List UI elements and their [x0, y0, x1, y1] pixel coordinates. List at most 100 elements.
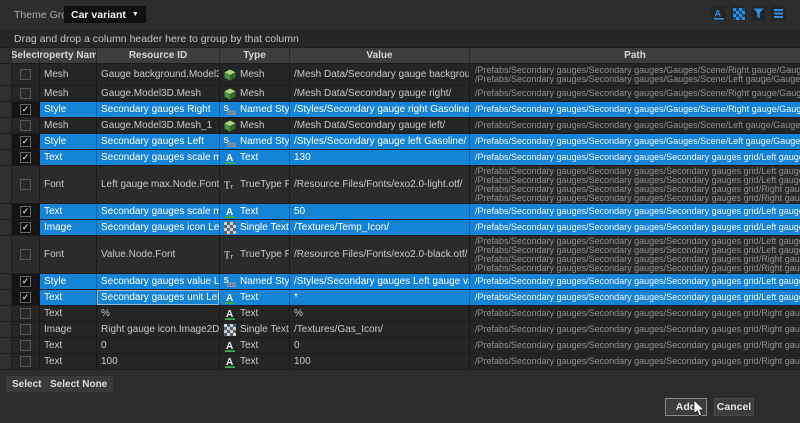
- column-header-select[interactable]: Select: [12, 48, 40, 63]
- type-cell: Single Texture: [220, 322, 290, 337]
- add-button[interactable]: Add: [665, 398, 707, 416]
- single-texture-icon: [223, 222, 236, 234]
- table-row[interactable]: ✓TextSecondary gauges scale max LeftATex…: [0, 150, 800, 166]
- table-row[interactable]: ✓TextSecondary gauges scale min LeftATex…: [0, 204, 800, 220]
- row-checkbox[interactable]: ✓: [20, 136, 31, 147]
- table-row[interactable]: ✓StyleSecondary gauges RightSNamed Style…: [0, 102, 800, 118]
- path-cell: /Prefabs/Secondary gauges/Secondary gaug…: [470, 166, 800, 203]
- row-checkbox[interactable]: [20, 120, 31, 131]
- path-line: /Prefabs/Secondary gauges/Secondary gaug…: [475, 309, 800, 318]
- font-tool-icon[interactable]: A: [711, 6, 726, 21]
- type-label: Named Style: [240, 276, 290, 287]
- type-label: Text: [240, 152, 258, 163]
- row-checkbox[interactable]: [20, 249, 31, 260]
- path-cell: /Prefabs/Secondary gauges/Secondary gaug…: [470, 86, 800, 101]
- table-row[interactable]: Text100AText100/Prefabs/Secondary gauges…: [0, 354, 800, 370]
- resource-id-cell: Secondary gauges value Left: [97, 274, 220, 289]
- property-name-cell: Mesh: [40, 118, 97, 133]
- table-row[interactable]: ✓StyleSecondary gauges LeftSNamed Style/…: [0, 134, 800, 150]
- path-line: /Prefabs/Secondary gauges/Secondary gaug…: [475, 277, 800, 286]
- texture-tool-icon[interactable]: [731, 6, 746, 21]
- table-row[interactable]: ✓TextSecondary gauges unit LeftAText*/Pr…: [0, 290, 800, 306]
- row-checkbox[interactable]: ✓: [20, 206, 31, 217]
- value-cell: /Styles/Secondary gauges Left gauge valu…: [290, 274, 470, 289]
- type-label: Text: [240, 308, 258, 319]
- theme-group-dropdown-value: Car variant: [71, 9, 126, 21]
- value-cell: 0: [290, 338, 470, 353]
- mesh-icon: [223, 120, 236, 132]
- row-checkbox[interactable]: [20, 340, 31, 351]
- filter-icon[interactable]: [751, 6, 766, 21]
- row-checkbox[interactable]: ✓: [20, 292, 31, 303]
- table-row[interactable]: ImageRight gauge icon.Image2D.ImageSingl…: [0, 322, 800, 338]
- select-cell: ✓: [12, 220, 40, 235]
- path-cell: /Prefabs/Secondary gauges/Secondary gaug…: [470, 306, 800, 321]
- path-cell: /Prefabs/Secondary gauges/Secondary gaug…: [470, 118, 800, 133]
- cancel-button[interactable]: Cancel: [714, 398, 754, 416]
- column-header-value[interactable]: Value: [290, 48, 470, 63]
- column-header-type[interactable]: Type: [220, 48, 290, 63]
- resource-id-cell: Left gauge max.Node.Font: [97, 166, 220, 203]
- menu-icon[interactable]: [771, 6, 786, 21]
- table-row[interactable]: ✓StyleSecondary gauges value LeftSNamed …: [0, 274, 800, 290]
- resource-id-cell: Secondary gauges unit Left: [97, 290, 220, 305]
- column-header-property-name[interactable]: Property Name: [40, 48, 97, 63]
- row-checkbox[interactable]: ✓: [20, 104, 31, 115]
- property-name-cell: Image: [40, 322, 97, 337]
- row-gutter: [0, 354, 12, 369]
- table-row[interactable]: ✓ImageSecondary gauges icon LeftSingle T…: [0, 220, 800, 236]
- svg-text:A: A: [714, 8, 721, 18]
- row-gutter: [0, 290, 12, 305]
- row-checkbox[interactable]: [20, 308, 31, 319]
- named-style-icon: S: [223, 136, 236, 148]
- row-checkbox[interactable]: ✓: [20, 276, 31, 287]
- theme-group-dropdown[interactable]: Car variant ▼: [64, 6, 146, 23]
- type-cell: Mesh: [220, 118, 290, 133]
- value-cell: /Textures/Temp_Icon/: [290, 220, 470, 235]
- value-cell: /Mesh Data/Secondary gauge left/: [290, 118, 470, 133]
- path-line: /Prefabs/Secondary gauges/Secondary gaug…: [475, 207, 800, 216]
- row-gutter: [0, 150, 12, 165]
- row-gutter: [0, 166, 12, 203]
- table-row[interactable]: MeshGauge background.Model3D.MeshMesh/Me…: [0, 64, 800, 86]
- path-line: /Prefabs/Secondary gauges/Secondary gaug…: [475, 137, 800, 146]
- select-cell: ✓: [12, 290, 40, 305]
- row-gutter: [0, 274, 12, 289]
- table-row[interactable]: FontValue.Node.FontTrTrueType Font/Resou…: [0, 236, 800, 274]
- table-row[interactable]: Text0AText0/Prefabs/Secondary gauges/Sec…: [0, 338, 800, 354]
- table-header-row: SelectProperty NameResource IDTypeValueP…: [0, 48, 800, 64]
- table-row[interactable]: MeshGauge.Model3D.Mesh_1Mesh/Mesh Data/S…: [0, 118, 800, 134]
- column-header-path[interactable]: Path: [470, 48, 800, 63]
- select-none-button[interactable]: Select None: [44, 376, 113, 392]
- row-checkbox[interactable]: [20, 69, 31, 80]
- row-checkbox[interactable]: [20, 324, 31, 335]
- type-label: Single Texture: [240, 222, 290, 233]
- path-cell: /Prefabs/Secondary gauges/Secondary gaug…: [470, 64, 800, 85]
- row-checkbox[interactable]: ✓: [20, 152, 31, 163]
- type-label: Text: [240, 206, 258, 217]
- table-row[interactable]: MeshGauge.Model3D.MeshMesh/Mesh Data/Sec…: [0, 86, 800, 102]
- group-by-bar[interactable]: Drag and drop a column header here to gr…: [0, 30, 800, 48]
- type-cell: AText: [220, 150, 290, 165]
- row-checkbox[interactable]: [20, 88, 31, 99]
- type-label: Single Texture: [240, 324, 290, 335]
- type-cell: Single Texture: [220, 220, 290, 235]
- value-cell: 100: [290, 354, 470, 369]
- text-icon: A: [223, 308, 236, 320]
- row-checkbox[interactable]: [20, 356, 31, 367]
- resource-id-cell: 0: [97, 338, 220, 353]
- single-texture-icon: [223, 324, 236, 336]
- path-cell: /Prefabs/Secondary gauges/Secondary gaug…: [470, 290, 800, 305]
- table-row[interactable]: Text%AText%/Prefabs/Secondary gauges/Sec…: [0, 306, 800, 322]
- row-checkbox[interactable]: ✓: [20, 222, 31, 233]
- path-line: /Prefabs/Secondary gauges/Secondary gaug…: [475, 357, 800, 366]
- column-header-resource-id[interactable]: Resource ID: [97, 48, 220, 63]
- table-row[interactable]: FontLeft gauge max.Node.FontTrTrueType F…: [0, 166, 800, 204]
- value-cell: /Mesh Data/Secondary gauge right/: [290, 86, 470, 101]
- type-cell: SNamed Style: [220, 134, 290, 149]
- path-cell: /Prefabs/Secondary gauges/Secondary gaug…: [470, 220, 800, 235]
- row-gutter: [0, 118, 12, 133]
- text-icon: A: [223, 356, 236, 368]
- row-checkbox[interactable]: [20, 179, 31, 190]
- row-gutter: [0, 64, 12, 85]
